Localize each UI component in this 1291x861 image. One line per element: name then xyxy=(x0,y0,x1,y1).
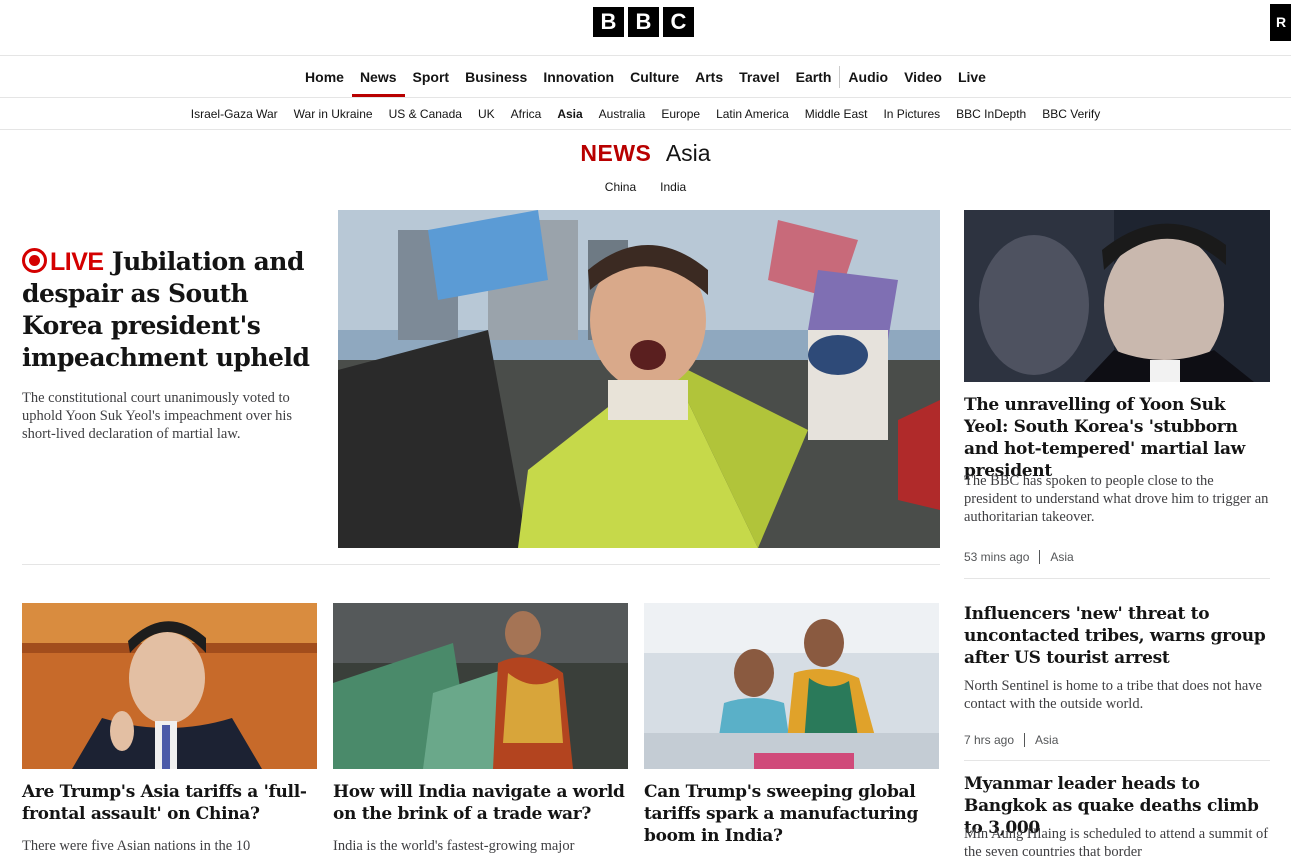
right-card-3-summary: Min Aung Hlaing is scheduled to attend a… xyxy=(964,826,1269,860)
nav-sport[interactable]: Sport xyxy=(405,56,458,97)
logo-letter-c: C xyxy=(663,7,694,37)
subnav-latin-america[interactable]: Latin America xyxy=(708,98,797,129)
subnav-in-pictures[interactable]: In Pictures xyxy=(875,98,948,129)
section-link-china[interactable]: China xyxy=(605,180,636,194)
primary-nav: Home News Sport Business Innovation Cult… xyxy=(0,56,1291,98)
card-1-title[interactable]: Are Trump's Asia tariffs a 'full-frontal… xyxy=(22,781,322,825)
topic-tag[interactable]: Asia xyxy=(1050,550,1073,564)
nav-audio[interactable]: Audio xyxy=(840,56,896,97)
right-divider-1 xyxy=(964,578,1270,579)
subnav-asia[interactable]: Asia xyxy=(549,98,590,129)
right-card-2-title[interactable]: Influencers 'new' threat to uncontacted … xyxy=(964,603,1270,669)
right-card-2-summary: North Sentinel is home to a tribe that d… xyxy=(964,678,1262,712)
nav-business[interactable]: Business xyxy=(457,56,535,97)
subnav-war-in-ukraine[interactable]: War in Ukraine xyxy=(286,98,381,129)
subnav-israel-gaza-war[interactable]: Israel-Gaza War xyxy=(183,98,286,129)
subnav-europe[interactable]: Europe xyxy=(653,98,708,129)
timestamp: 7 hrs ago xyxy=(964,733,1015,747)
subnav-uk[interactable]: UK xyxy=(470,98,503,129)
nav-culture[interactable]: Culture xyxy=(622,56,687,97)
meta-divider xyxy=(1024,733,1026,747)
subnav-africa[interactable]: Africa xyxy=(503,98,550,129)
right-card-2-meta: 7 hrs ago Asia xyxy=(964,733,1058,747)
right-card-1-summary: The BBC has spoken to people close to th… xyxy=(964,473,1269,525)
section-subnav: China India xyxy=(0,180,1291,194)
section-link-india[interactable]: India xyxy=(660,180,686,194)
timestamp: 53 mins ago xyxy=(964,550,1030,564)
nav-travel[interactable]: Travel xyxy=(731,56,787,97)
news-section-label[interactable]: NEWS xyxy=(580,140,651,166)
topic-tag[interactable]: Asia xyxy=(1035,733,1058,747)
live-badge: LIVE xyxy=(22,248,104,276)
lead-summary: The constitutional court unanimously vot… xyxy=(22,390,293,442)
meta-divider xyxy=(1039,550,1041,564)
card-3-title[interactable]: Can Trump's sweeping global tariffs spar… xyxy=(644,781,944,847)
section-title: NEWS Asia xyxy=(0,140,1291,172)
subnav-bbc-indepth[interactable]: BBC InDepth xyxy=(948,98,1034,129)
live-indicator-icon xyxy=(22,248,47,273)
card-3-image-garment[interactable] xyxy=(644,603,939,769)
register-button[interactable]: R xyxy=(1270,4,1291,41)
right-image-yoon[interactable] xyxy=(964,210,1270,382)
card-2-title[interactable]: How will India navigate a world on the b… xyxy=(333,781,633,825)
nav-arts[interactable]: Arts xyxy=(687,56,731,97)
card-1-summary: There were five Asian nations in the 10 xyxy=(22,838,251,854)
subnav-australia[interactable]: Australia xyxy=(591,98,654,129)
nav-live[interactable]: Live xyxy=(950,56,994,97)
card-2-image-factory[interactable] xyxy=(333,603,628,769)
region-label: Asia xyxy=(665,140,711,166)
secondary-nav: Israel-Gaza War War in Ukraine US & Cana… xyxy=(0,98,1291,130)
lead-headline[interactable]: LIVE Jubilation and despair as South Kor… xyxy=(22,246,327,374)
right-card-1-title[interactable]: The unravelling of Yoon Suk Yeol: South … xyxy=(964,394,1270,482)
nav-video[interactable]: Video xyxy=(896,56,950,97)
nav-home[interactable]: Home xyxy=(297,56,352,97)
live-label: LIVE xyxy=(50,248,104,276)
subnav-bbc-verify[interactable]: BBC Verify xyxy=(1034,98,1108,129)
logo-letter-b2: B xyxy=(628,7,659,37)
right-divider-2 xyxy=(964,760,1270,761)
nav-earth[interactable]: Earth xyxy=(788,56,840,97)
subnav-middle-east[interactable]: Middle East xyxy=(797,98,876,129)
card-2-summary: India is the world's fastest-growing maj… xyxy=(333,838,575,854)
site-header: B B C R xyxy=(0,0,1291,56)
card-1-image-xi[interactable] xyxy=(22,603,317,769)
lead-image-protest[interactable] xyxy=(338,210,940,548)
nav-news[interactable]: News xyxy=(351,56,405,97)
logo-letter-b1: B xyxy=(593,7,624,37)
right-card-1-meta: 53 mins ago Asia xyxy=(964,550,1074,564)
bbc-logo[interactable]: B B C xyxy=(593,7,694,37)
lead-divider xyxy=(22,564,940,565)
nav-innovation[interactable]: Innovation xyxy=(535,56,622,97)
subnav-us-canada[interactable]: US & Canada xyxy=(381,98,470,129)
